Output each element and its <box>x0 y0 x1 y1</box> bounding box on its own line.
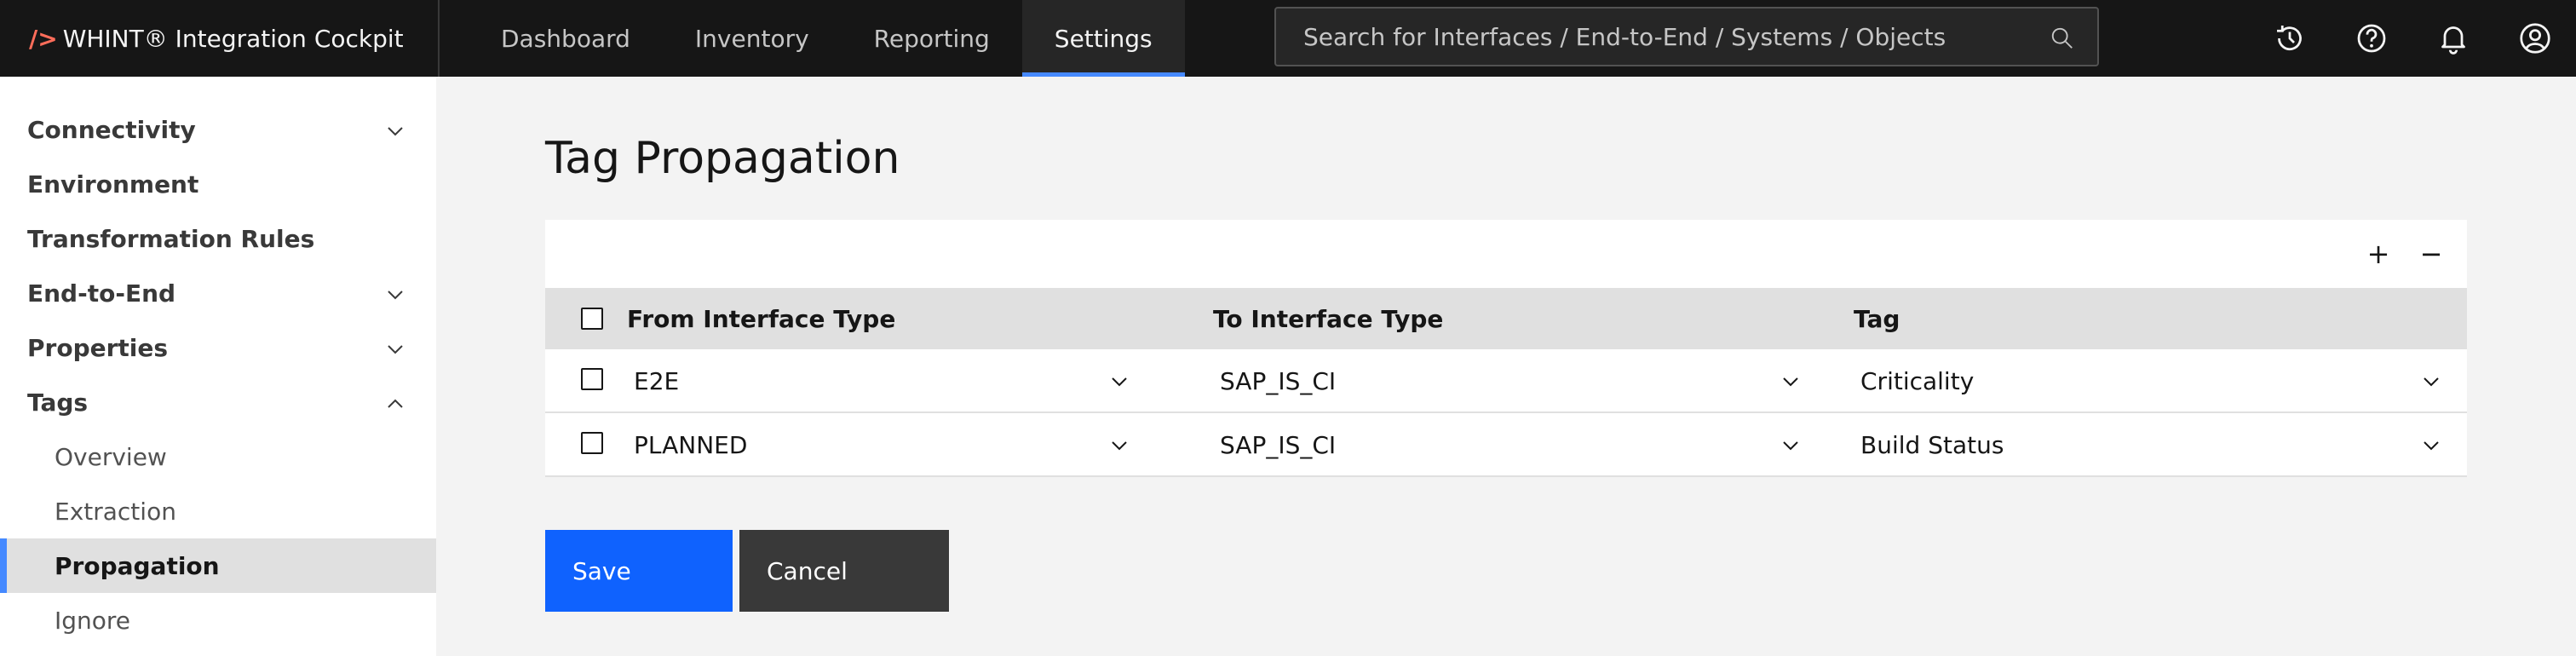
chevron-down-icon <box>1112 441 1127 451</box>
sidebar-item-label: Properties <box>27 333 169 362</box>
nav-dashboard[interactable]: Dashboard <box>469 0 663 77</box>
add-row-button[interactable]: + <box>2363 238 2394 270</box>
chevron-down-icon <box>388 127 403 136</box>
row-checkbox[interactable] <box>581 368 603 390</box>
brand[interactable]: /> WHINT® Integration Cockpit <box>0 0 440 77</box>
sidebar-item-label: Connectivity <box>27 115 196 144</box>
sidebar-subitem-propagation[interactable]: Propagation <box>0 538 436 593</box>
help-icon[interactable] <box>2331 0 2412 77</box>
to-type-dropdown[interactable]: SAP_IS_CI <box>1213 349 1809 413</box>
chevron-down-icon <box>388 291 403 300</box>
sidebar-item-end-to-end[interactable]: End-to-End <box>0 266 436 320</box>
column-header-tag: Tag <box>1854 304 1900 333</box>
dropdown-value: Build Status <box>1860 431 2004 459</box>
from-type-dropdown[interactable]: PLANNED <box>627 413 1164 477</box>
dropdown-value: E2E <box>634 367 680 395</box>
save-button[interactable]: Save <box>545 530 733 612</box>
sidebar-item-tags[interactable]: Tags <box>0 375 436 429</box>
nav-reporting[interactable]: Reporting <box>842 0 1022 77</box>
propagation-table: + − From Interface Type To Interface Typ… <box>545 220 2467 477</box>
sidebar-item-label: Environment <box>27 170 199 199</box>
nav-settings[interactable]: Settings <box>1021 0 1185 77</box>
sidebar-subitem-ignore[interactable]: Ignore <box>0 593 436 647</box>
sidebar-item-connectivity[interactable]: Connectivity <box>0 102 436 157</box>
main-nav: Dashboard Inventory Reporting Settings <box>469 0 1185 77</box>
sidebar-item-label: Transformation Rules <box>27 224 315 253</box>
nav-inventory[interactable]: Inventory <box>663 0 842 77</box>
cancel-button[interactable]: Cancel <box>739 530 949 612</box>
dropdown-value: SAP_IS_CI <box>1220 431 1337 459</box>
search-input[interactable] <box>1303 22 2036 51</box>
table-row: PLANNED SAP_IS_CI Build Status <box>545 413 2467 477</box>
tag-dropdown[interactable]: Build Status <box>1854 413 2450 477</box>
sidebar-item-label: Tags <box>27 388 89 417</box>
row-checkbox[interactable] <box>581 432 603 454</box>
chevron-down-icon <box>1783 377 1798 387</box>
table-header: From Interface Type To Interface Type Ta… <box>545 288 2467 349</box>
sidebar-subitem-extraction[interactable]: Extraction <box>0 484 436 538</box>
brand-logo-icon: /> <box>29 24 58 53</box>
column-header-to: To Interface Type <box>1213 304 1444 333</box>
global-search <box>1274 7 2099 66</box>
to-type-dropdown[interactable]: SAP_IS_CI <box>1213 413 1809 477</box>
table-toolbar: + − <box>545 220 2467 288</box>
chevron-down-icon <box>2424 377 2439 387</box>
notification-icon[interactable] <box>2412 0 2494 77</box>
user-avatar-icon[interactable] <box>2494 0 2576 77</box>
brand-name: WHINT® Integration Cockpit <box>62 24 404 53</box>
dropdown-value: SAP_IS_CI <box>1220 367 1337 395</box>
sidebar-item-properties[interactable]: Properties <box>0 320 436 375</box>
remove-row-button[interactable]: − <box>2416 238 2447 270</box>
header-actions <box>2249 0 2576 77</box>
dropdown-value: PLANNED <box>634 431 748 459</box>
chevron-down-icon <box>2424 441 2439 451</box>
sidebar-item-environment[interactable]: Environment <box>0 157 436 211</box>
chevron-down-icon <box>388 345 403 354</box>
chevron-down-icon <box>1783 441 1798 451</box>
sidebar-item-label: End-to-End <box>27 279 176 308</box>
column-header-from: From Interface Type <box>627 304 896 333</box>
select-all-checkbox[interactable] <box>581 308 603 330</box>
sidebar-subitem-overview[interactable]: Overview <box>0 429 436 484</box>
sidebar-item-transformation-rules[interactable]: Transformation Rules <box>0 211 436 266</box>
history-icon[interactable] <box>2249 0 2331 77</box>
chevron-up-icon <box>388 399 403 408</box>
page-title: Tag Propagation <box>545 133 900 184</box>
table-row: E2E SAP_IS_CI Criticality <box>545 349 2467 413</box>
tag-dropdown[interactable]: Criticality <box>1854 349 2450 413</box>
chevron-down-icon <box>1112 377 1127 387</box>
search-icon[interactable] <box>2050 26 2075 51</box>
top-header: /> WHINT® Integration Cockpit Dashboard … <box>0 0 2576 77</box>
from-type-dropdown[interactable]: E2E <box>627 349 1164 413</box>
settings-sidebar: Connectivity Environment Transformation … <box>0 77 436 656</box>
dropdown-value: Criticality <box>1860 367 1975 395</box>
